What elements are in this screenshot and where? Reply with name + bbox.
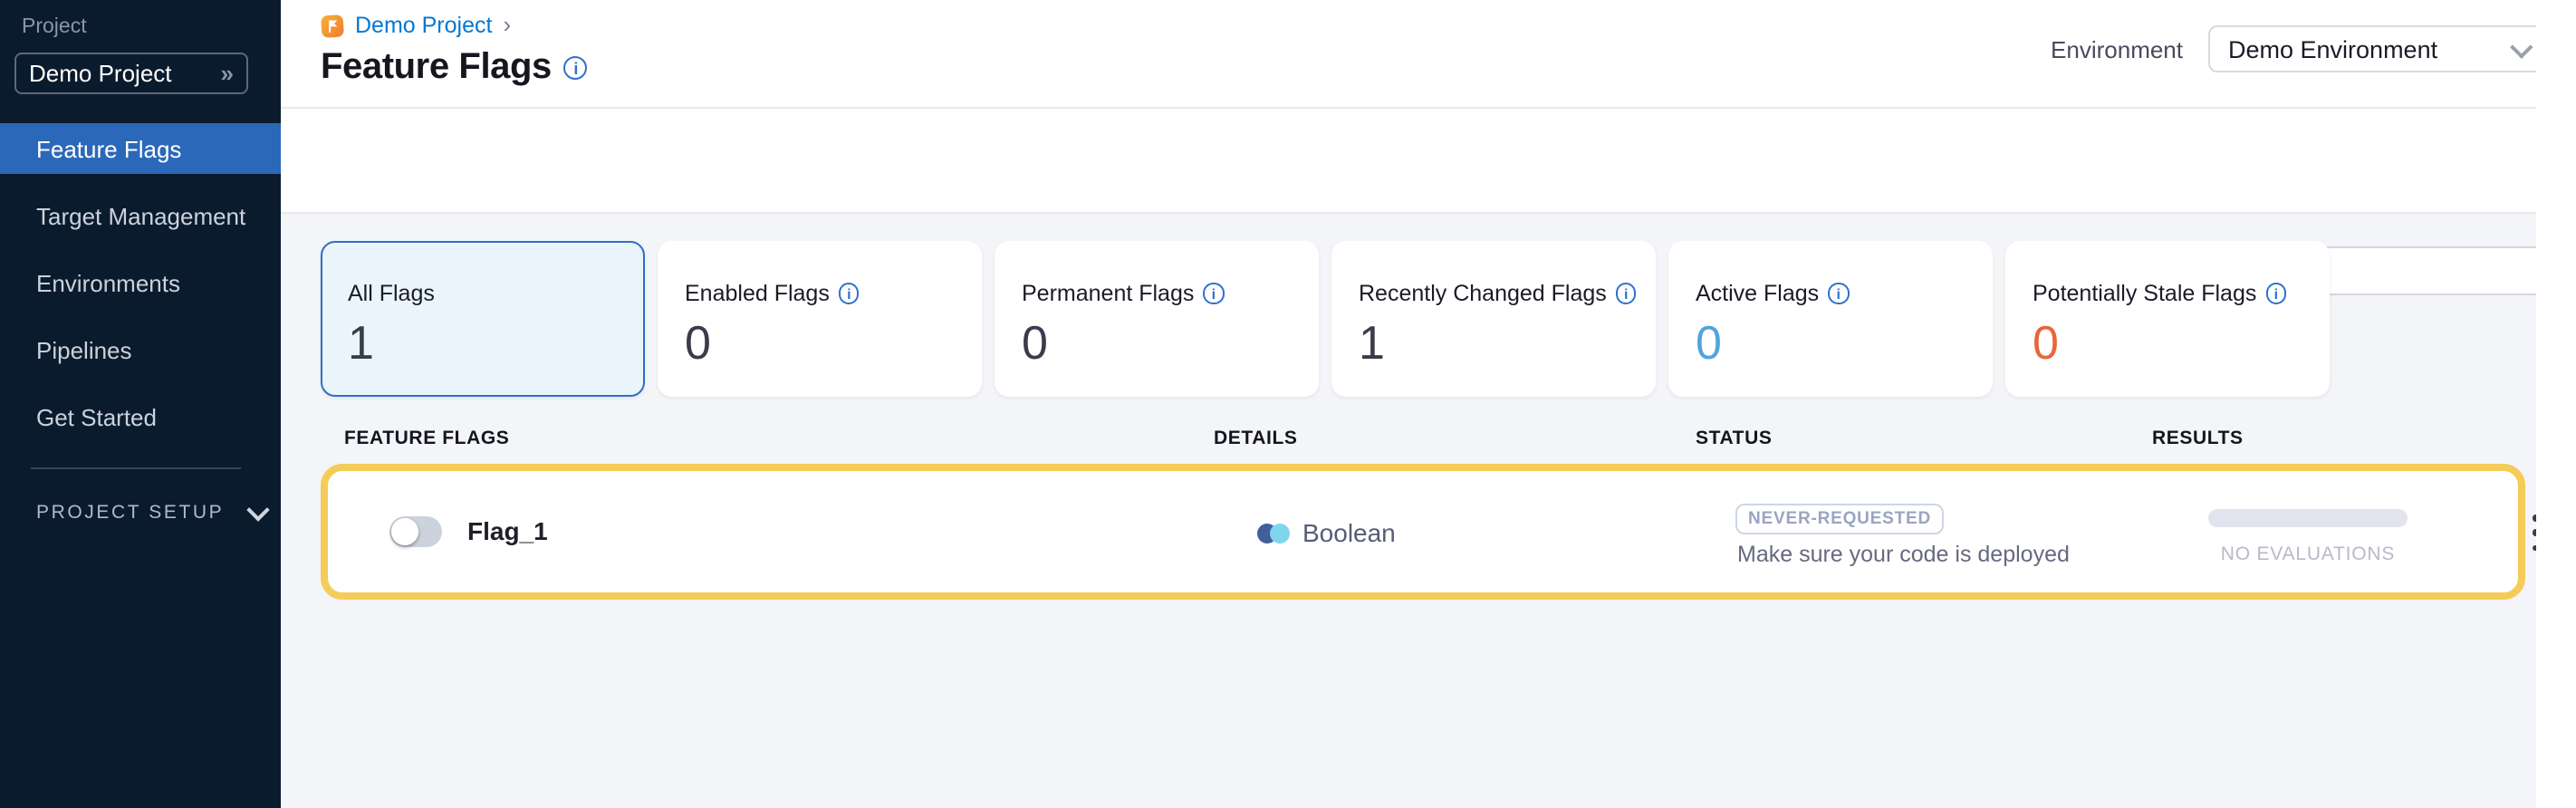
chevron-down-icon [246, 497, 269, 520]
sidebar-item-feature-flags[interactable]: Feature Flags [0, 123, 281, 174]
flag-type-label: Boolean [1302, 518, 1396, 547]
sidebar-item-environments[interactable]: Environments [0, 257, 281, 308]
page-title: Feature Flags [321, 47, 552, 89]
page-header: Demo Project › Feature Flags i Environme… [281, 0, 2556, 109]
flag-name[interactable]: Flag_1 [467, 509, 548, 554]
feature-flags-logo-icon [321, 14, 344, 37]
flag-filter-cards: All Flags 1 Enabled Flags i 0 Permanent F… [321, 241, 2330, 397]
project-selector-value: Demo Project [29, 60, 221, 87]
sidebar: Project Demo Project » Feature Flags Tar… [0, 0, 281, 808]
breadcrumb-chevron-icon: › [503, 11, 511, 38]
column-header-results: RESULTS [2152, 428, 2244, 449]
flag-type: Boolean [1257, 518, 1396, 547]
chevron-down-icon [2510, 34, 2533, 57]
toolbar: + New Flag [281, 109, 2556, 214]
info-icon[interactable]: i [1616, 284, 1637, 304]
filter-card-recently-changed-flags[interactable]: Recently Changed Flags i 1 [1331, 241, 1656, 397]
card-value: 0 [1022, 317, 1317, 368]
filter-card-permanent-flags[interactable]: Permanent Flags i 0 [995, 241, 1319, 397]
info-icon[interactable]: i [1828, 284, 1849, 304]
breadcrumb: Demo Project › [321, 13, 511, 38]
environment-label: Environment [2051, 36, 2183, 63]
card-label: Recently Changed Flags [1359, 281, 1607, 306]
evaluations-label: NO EVALUATIONS [2208, 543, 2408, 565]
title-info-icon[interactable]: i [564, 56, 588, 80]
card-label: Enabled Flags [685, 281, 830, 306]
card-label: Permanent Flags [1022, 281, 1194, 306]
environment-dropdown-value: Demo Environment [2228, 35, 2511, 63]
status-badge: NEVER-REQUESTED [1735, 504, 1944, 534]
sidebar-item-target-management[interactable]: Target Management [0, 190, 281, 241]
sidebar-divider [31, 467, 241, 469]
sidebar-item-pipelines[interactable]: Pipelines [0, 324, 281, 375]
card-value: 0 [685, 317, 980, 368]
main-area: Demo Project › Feature Flags i Environme… [281, 0, 2556, 808]
project-setup-label: PROJECT SETUP [36, 502, 224, 524]
status-text: Make sure your code is deployed [1737, 542, 2070, 567]
sidebar-section-project-setup[interactable]: PROJECT SETUP [36, 502, 265, 524]
info-icon[interactable]: i [1203, 284, 1224, 304]
filter-card-all-flags[interactable]: All Flags 1 [321, 241, 645, 397]
table-row-flag-1[interactable]: Flag_1 Boolean NEVER-REQUESTED Make sure… [321, 464, 2525, 600]
environment-dropdown[interactable]: Demo Environment [2208, 25, 2551, 72]
card-label: Potentially Stale Flags [2033, 281, 2256, 306]
toggle-knob [391, 518, 418, 545]
evaluations-progress-bar [2208, 509, 2408, 527]
breadcrumb-project-link[interactable]: Demo Project [355, 13, 492, 38]
info-icon[interactable]: i [839, 284, 860, 304]
card-value: 1 [1359, 317, 1654, 368]
boolean-type-icon [1257, 523, 1290, 543]
double-chevron-right-icon[interactable]: » [221, 60, 234, 87]
feature-flags-page: Project Demo Project » Feature Flags Tar… [0, 0, 2576, 808]
card-label: All Flags [348, 281, 435, 306]
card-value: 0 [2033, 317, 2328, 368]
card-value: 1 [348, 317, 643, 368]
project-selector[interactable]: Demo Project » [14, 53, 248, 94]
project-label: Project [22, 16, 87, 38]
filter-card-active-flags[interactable]: Active Flags i 0 [1668, 241, 1993, 397]
flag-toggle[interactable] [389, 516, 442, 547]
card-value: 0 [1696, 317, 1991, 368]
filter-card-enabled-flags[interactable]: Enabled Flags i 0 [658, 241, 982, 397]
column-header-status: STATUS [1696, 428, 1773, 449]
info-icon[interactable]: i [2265, 284, 2286, 304]
sidebar-item-get-started[interactable]: Get Started [0, 391, 281, 442]
card-label: Active Flags [1696, 281, 1819, 306]
column-header-details: DETAILS [1214, 428, 1298, 449]
scrollbar-gutter[interactable] [2536, 0, 2556, 808]
filter-card-potentially-stale-flags[interactable]: Potentially Stale Flags i 0 [2005, 241, 2330, 397]
column-header-feature-flags: FEATURE FLAGS [344, 428, 509, 449]
sidebar-nav: Feature Flags Target Management Environm… [0, 123, 281, 458]
